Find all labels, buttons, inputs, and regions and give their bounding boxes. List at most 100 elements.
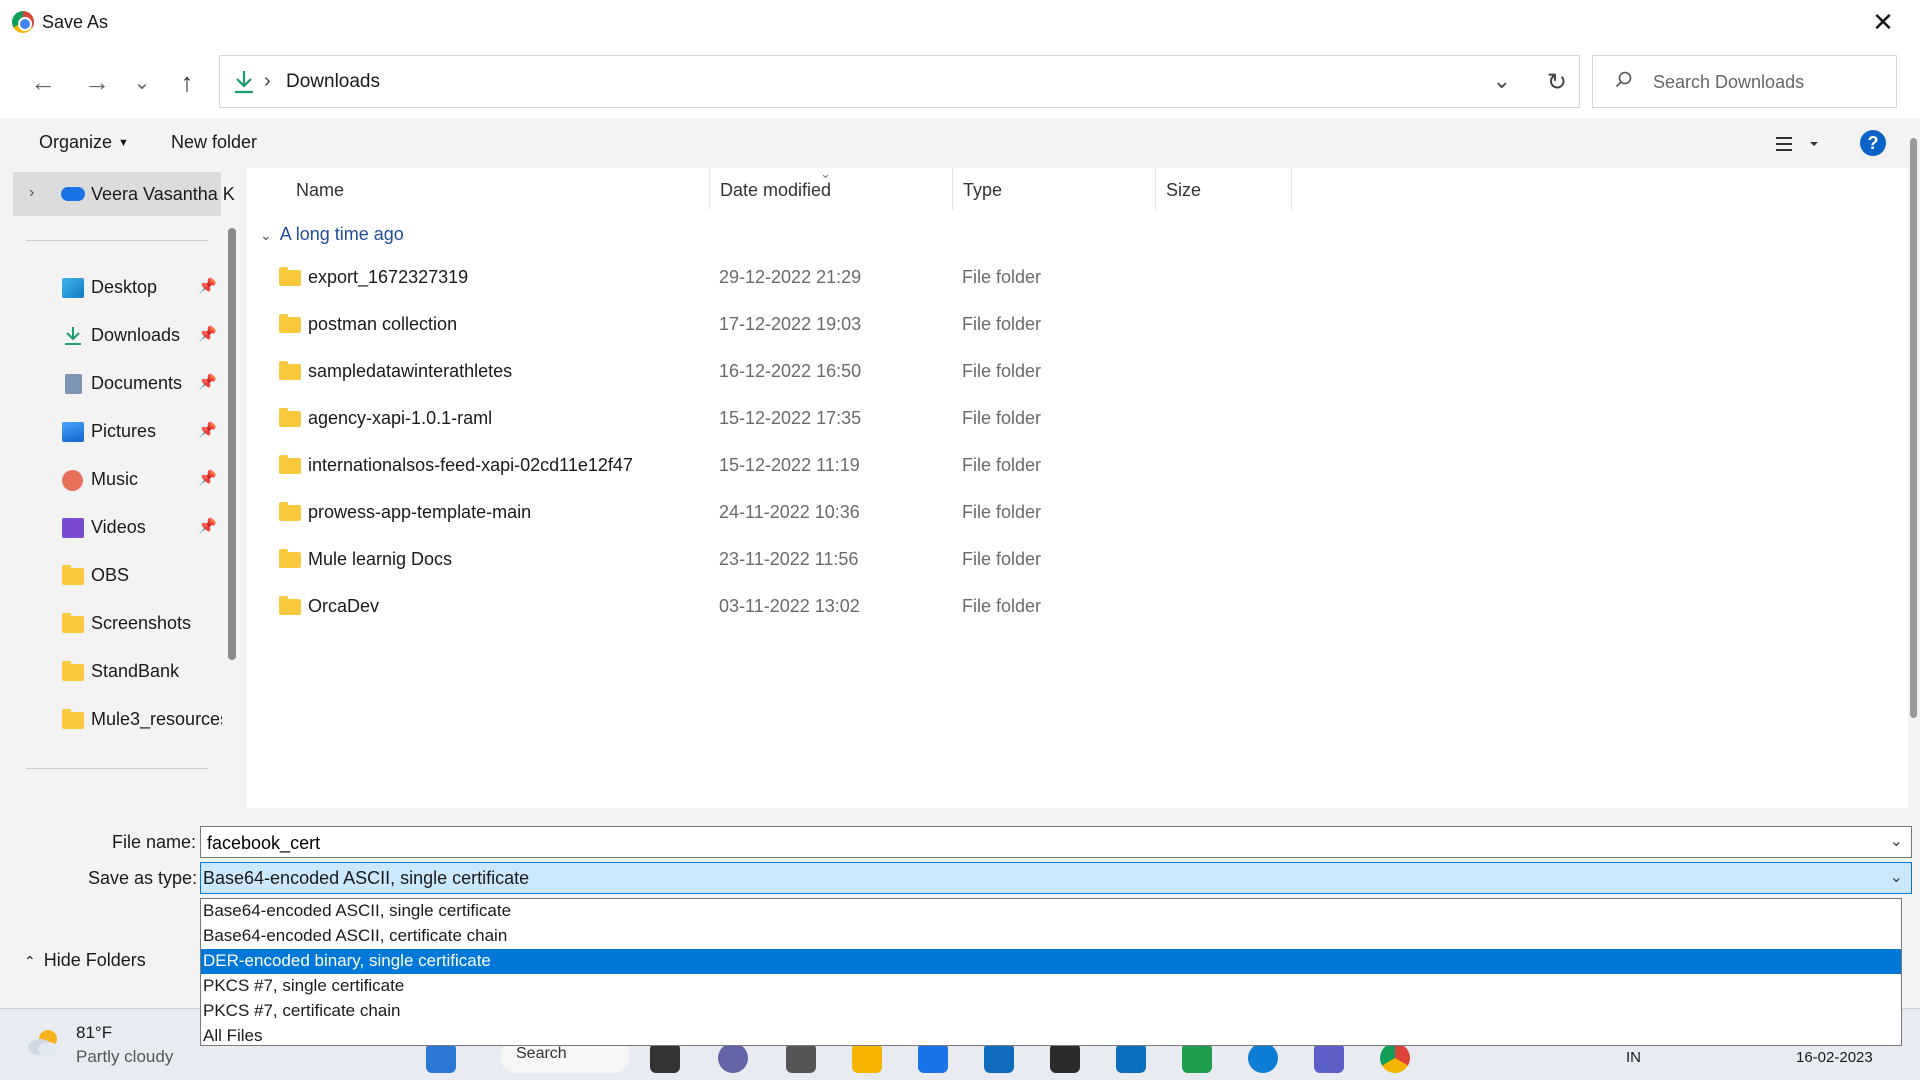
nav-item-desktop[interactable]: Desktop 📌 <box>0 266 230 310</box>
file-name: prowess-app-template-main <box>308 502 532 522</box>
address-row: ← → ⌄ ↑ › Downloads ⌄ ↻ <box>0 44 1920 118</box>
nav-item-documents[interactable]: Documents 📌 <box>0 362 230 406</box>
column-header-date[interactable]: Date modified <box>710 168 953 210</box>
downloads-icon <box>65 327 81 345</box>
address-dropdown-icon[interactable]: ⌄ <box>1493 68 1511 94</box>
file-name-dropdown-icon[interactable]: ⌄ <box>1890 831 1903 851</box>
nav-item-label: OBS <box>91 565 130 585</box>
file-date: 17-12-2022 19:03 <box>719 314 862 334</box>
pin-icon[interactable]: 📌 <box>198 325 217 343</box>
chevron-up-icon: ⌃ <box>24 953 36 969</box>
scrollbar-thumb[interactable] <box>1910 138 1917 718</box>
nav-item-label: Music <box>91 469 139 489</box>
table-row[interactable]: internationalsos-feed-xapi-02cd11e12f47 … <box>246 446 1346 486</box>
pin-icon[interactable]: 📌 <box>198 421 217 439</box>
dropdown-option[interactable]: PKCS #7, single certificate <box>201 974 1901 999</box>
nav-divider <box>26 240 208 241</box>
dropdown-option[interactable]: Base64-encoded ASCII, single certificate <box>201 899 1901 924</box>
close-button[interactable]: ✕ <box>1846 0 1920 44</box>
chevron-down-icon[interactable]: ⌄ <box>1890 867 1903 887</box>
file-type: File folder <box>962 314 1042 334</box>
nav-item-obs[interactable]: OBS <box>0 554 230 598</box>
weather-temp[interactable]: 81°F <box>76 1023 112 1043</box>
table-row[interactable]: postman collection 17-12-2022 19:03 File… <box>246 305 1346 345</box>
command-bar: Organize ▼ New folder ? <box>0 118 1908 168</box>
file-type: File folder <box>962 267 1042 287</box>
nav-item-label: Documents <box>91 373 183 393</box>
file-type: File folder <box>962 361 1042 381</box>
organize-label: Organize <box>39 132 113 152</box>
search-input[interactable] <box>1653 68 1883 96</box>
caret-down-icon: ▼ <box>118 137 129 150</box>
nav-item-videos[interactable]: Videos 📌 <box>0 506 230 550</box>
pin-icon[interactable]: 📌 <box>198 517 217 535</box>
breadcrumb-chevron-icon[interactable]: › <box>264 70 271 93</box>
column-header-type[interactable]: Type <box>953 168 1156 210</box>
file-date: 29-12-2022 21:29 <box>719 267 862 287</box>
table-row[interactable]: sampledatawinterathletes 16-12-2022 16:5… <box>246 352 1346 392</box>
file-type: File folder <box>962 549 1042 569</box>
save-type-select[interactable]: Base64-encoded ASCII, single certificate… <box>200 862 1912 894</box>
dropdown-option[interactable]: Base64-encoded ASCII, certificate chain <box>201 924 1901 949</box>
nav-item-screenshots[interactable]: Screenshots <box>0 602 230 646</box>
file-name-field[interactable]: ⌄ <box>200 826 1912 858</box>
group-header[interactable]: ⌄ A long time ago <box>260 224 404 245</box>
pin-icon[interactable]: 📌 <box>198 373 217 391</box>
nav-item-music[interactable]: Music 📌 <box>0 458 230 502</box>
refresh-icon[interactable]: ↻ <box>1547 68 1567 97</box>
column-header-name[interactable]: Name <box>246 168 710 210</box>
recent-locations-button[interactable]: ⌄ <box>124 64 160 100</box>
folder-icon <box>279 596 301 615</box>
dropdown-option[interactable]: PKCS #7, certificate chain <box>201 999 1901 1024</box>
file-name: internationalsos-feed-xapi-02cd11e12f47 <box>308 455 633 475</box>
file-type: File folder <box>962 502 1042 522</box>
language-indicator[interactable]: IN <box>1626 1049 1641 1066</box>
nav-item-standbank[interactable]: StandBank <box>0 650 230 694</box>
pin-icon[interactable]: 📌 <box>198 469 217 487</box>
save-type-label: Save as type: <box>88 868 198 888</box>
desktop-icon <box>62 278 84 298</box>
clock-date[interactable]: 16-02-2023 <box>1796 1049 1873 1066</box>
dropdown-option[interactable]: All Files <box>201 1024 1901 1049</box>
hide-folders-button[interactable]: ⌃ Hide Folders <box>24 950 146 971</box>
new-folder-button[interactable]: New folder <box>171 132 257 153</box>
search-box[interactable] <box>1592 55 1897 108</box>
chrome-icon <box>12 11 34 33</box>
back-button[interactable]: ← <box>25 64 61 100</box>
folder-icon <box>62 565 84 585</box>
nav-item-mule3-resources[interactable]: Mule3_resources <box>0 698 222 742</box>
folder-icon <box>279 502 301 521</box>
table-row[interactable]: agency-xapi-1.0.1-raml 15-12-2022 17:35 … <box>246 399 1346 439</box>
nav-scrollbar[interactable] <box>228 228 236 660</box>
table-row[interactable]: OrcaDev 03-11-2022 13:02 File folder <box>246 587 1346 627</box>
nav-onedrive[interactable]: › Veera Vasantha K <box>13 172 235 216</box>
folder-icon <box>279 455 301 474</box>
nav-item-downloads[interactable]: Downloads 📌 <box>0 314 230 358</box>
dropdown-option-highlighted[interactable]: DER-encoded binary, single certificate <box>201 949 1901 974</box>
view-options-button[interactable] <box>1772 130 1822 158</box>
help-button[interactable]: ? <box>1860 130 1886 156</box>
table-row[interactable]: Mule learnig Docs 23-11-2022 11:56 File … <box>246 540 1346 580</box>
expand-chevron-icon[interactable]: › <box>29 184 34 202</box>
file-date: 23-11-2022 11:56 <box>719 549 859 569</box>
breadcrumb-downloads[interactable]: Downloads <box>286 71 380 93</box>
nav-item-label: Pictures <box>91 421 157 441</box>
weather-partly-cloudy-icon[interactable] <box>26 1025 64 1059</box>
organize-button[interactable]: Organize ▼ <box>39 132 129 153</box>
nav-item-pictures[interactable]: Pictures 📌 <box>0 410 230 454</box>
forward-button[interactable]: → <box>79 64 115 100</box>
table-row[interactable]: export_1672327319 29-12-2022 21:29 File … <box>246 258 1346 298</box>
save-type-value: Base64-encoded ASCII, single certificate <box>203 868 530 888</box>
table-row[interactable]: prowess-app-template-main 24-11-2022 10:… <box>246 493 1346 533</box>
weather-desc[interactable]: Partly cloudy <box>76 1047 173 1067</box>
file-list: Name Date modified ⌄ Type Size ⌄ A long t… <box>246 166 1908 808</box>
up-button[interactable]: ↑ <box>169 64 205 100</box>
pin-icon[interactable]: 📌 <box>198 277 217 295</box>
navigation-pane: › Veera Vasantha K Desktop 📌 Downloads 📌… <box>0 168 246 808</box>
file-date: 15-12-2022 11:19 <box>719 455 860 475</box>
file-name-input[interactable] <box>207 831 1867 855</box>
column-header-label: Type <box>963 180 1003 200</box>
address-bar[interactable]: › Downloads ⌄ ↻ <box>219 55 1580 108</box>
main-scrollbar[interactable] <box>1908 118 1920 808</box>
column-header-size[interactable]: Size <box>1156 168 1292 210</box>
